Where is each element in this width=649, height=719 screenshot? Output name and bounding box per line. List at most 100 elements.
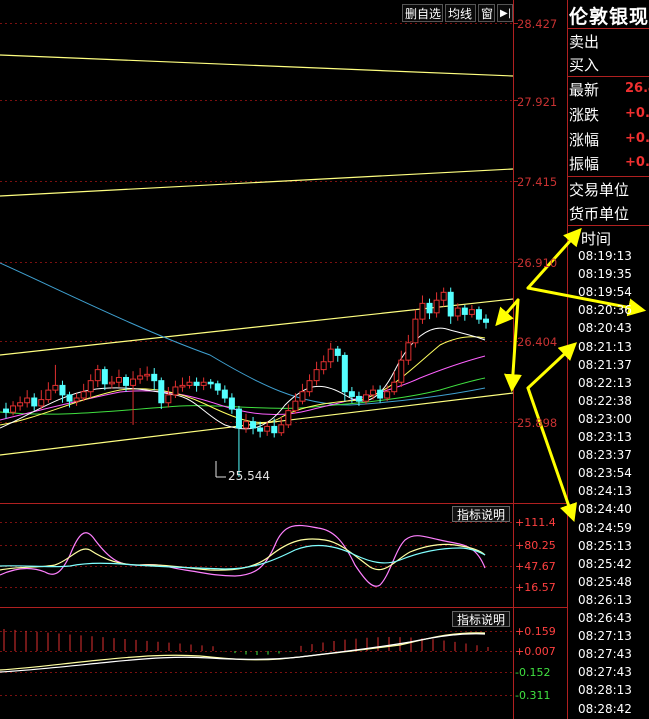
price-axis-label: 27.415: [517, 175, 558, 189]
candle-body: [10, 405, 17, 413]
trend-line-upper: [0, 168, 514, 197]
candle-body: [440, 291, 447, 301]
tick-time: 08:26:13: [578, 592, 632, 607]
candle-body: [38, 399, 45, 407]
candle-body: [384, 391, 391, 399]
candle-body: [454, 307, 461, 317]
candle-body: [59, 384, 66, 396]
time-header: 时间: [581, 230, 612, 248]
candle-body: [391, 381, 398, 393]
price-axis-label: 26.404: [517, 335, 558, 349]
tick-time: 08:21:13: [578, 339, 632, 354]
tick-time: 08:22:38: [578, 393, 632, 408]
candle-body: [483, 318, 489, 323]
tick-time: 08:23:13: [578, 430, 632, 444]
tick-time: 08:24:59: [578, 520, 632, 535]
candle-body: [299, 391, 306, 402]
indicator2-axis-label: -0.311: [515, 689, 551, 702]
candle-body: [207, 381, 214, 385]
latest-value: 26.4: [625, 81, 649, 96]
candle-body: [24, 397, 31, 404]
candle-body: [115, 377, 122, 383]
indicator1-axis-label: +16.57: [515, 581, 556, 594]
tick-time: 08:25:13: [578, 538, 632, 553]
candle-body: [52, 384, 59, 391]
candle-body: [87, 380, 94, 393]
candle-body: [31, 397, 38, 407]
ma-green: [0, 377, 486, 415]
tick-time: 08:28:13: [578, 683, 632, 698]
candle-body: [151, 373, 158, 382]
candle-body: [235, 408, 242, 429]
change-value: +0.0: [625, 106, 649, 121]
ma-yellow: [0, 336, 486, 426]
change-pct-label: 涨幅: [569, 131, 600, 149]
candle-body: [45, 389, 52, 401]
buy-label: 买入: [569, 56, 600, 74]
candle-body: [355, 395, 362, 402]
candle-body: [306, 380, 313, 393]
change-label: 涨跌: [569, 106, 600, 124]
sell-label: 卖出: [569, 33, 600, 51]
candle-body: [73, 397, 80, 402]
candle-body: [264, 425, 271, 432]
currency-unit-label: 货币单位: [569, 205, 630, 223]
candle-body: [214, 383, 221, 391]
window-button[interactable]: 窗: [478, 4, 495, 22]
tick-time: 08:20:36: [578, 303, 632, 318]
candle-body: [405, 342, 412, 361]
price-axis-label: 27.921: [517, 95, 558, 109]
tick-time: 08:28:42: [578, 701, 632, 716]
candle-body: [313, 369, 320, 382]
candle-body: [80, 391, 87, 399]
low-marker: [215, 461, 226, 478]
candle-body: [292, 400, 299, 412]
candle-body: [144, 373, 151, 377]
candle-body: [334, 348, 341, 356]
candle-body: [468, 309, 475, 315]
indicator2-axis-label: -0.152: [515, 666, 551, 679]
candle-body: [193, 381, 200, 386]
tick-time: 08:24:40: [578, 502, 632, 517]
ma-magenta: [0, 355, 486, 421]
candle-body: [179, 384, 186, 388]
candle-body: [348, 391, 355, 397]
tick-time: 08:27:13: [578, 629, 632, 644]
delete-watchlist-button[interactable]: 删自选: [402, 4, 443, 22]
price-axis-label: 26.910: [517, 256, 558, 270]
candle-body: [123, 377, 129, 386]
candle-body: [433, 299, 440, 314]
indicator1-help-button[interactable]: 指标说明: [452, 506, 511, 522]
candle-body: [419, 302, 426, 320]
candle-body: [66, 394, 73, 402]
candle-body: [398, 359, 405, 383]
tick-time: 08:21:37: [578, 357, 632, 372]
candle-body: [101, 369, 108, 385]
amplitude-value: +0.2: [625, 155, 649, 170]
indicator1-axis-label: +111.4: [515, 516, 556, 529]
candle-body: [158, 380, 165, 404]
candle-body: [327, 348, 334, 363]
indicator1-axis-label: +80.25: [515, 539, 556, 552]
indicator2-help-button[interactable]: 指标说明: [452, 611, 511, 627]
amplitude-label: 振幅: [569, 155, 600, 173]
candle-body: [426, 302, 433, 314]
tick-time: 08:20:43: [578, 321, 632, 336]
tick-time: 08:24:13: [578, 484, 632, 499]
candle-body: [17, 402, 24, 407]
candle-body: [221, 389, 228, 399]
panel-toggle-button[interactable]: ▶|: [497, 4, 513, 22]
tick-time: 08:19:13: [578, 249, 632, 263]
indicator2-axis-label: +0.007: [515, 645, 556, 658]
candle-body: [172, 386, 179, 396]
tick-time: 08:27:43: [578, 647, 632, 662]
latest-label: 最新: [569, 81, 600, 99]
candle-body: [447, 291, 454, 317]
arrow-to-channel-upper: [495, 298, 520, 327]
trend-line-top: [0, 54, 514, 77]
instrument-title: 伦敦银现: [569, 6, 649, 28]
candle-body: [278, 424, 285, 434]
tick-time: 08:23:00: [578, 411, 632, 426]
ma-toggle-button[interactable]: 均线: [445, 4, 476, 22]
candle-body: [130, 378, 137, 386]
